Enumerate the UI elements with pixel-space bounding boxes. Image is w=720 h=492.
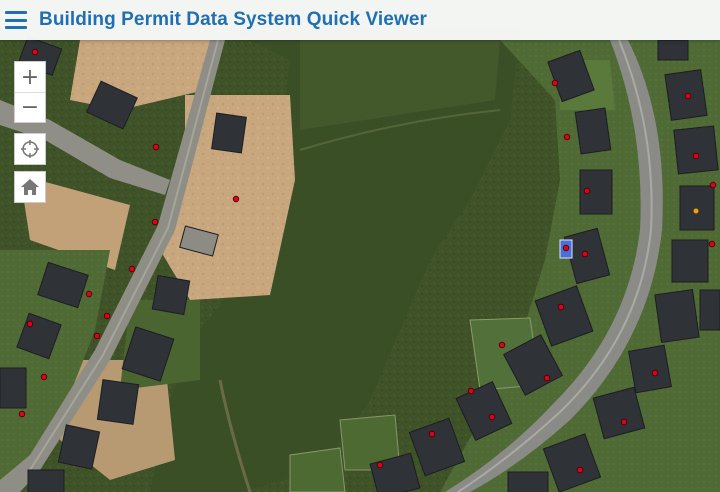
permit-marker — [40, 373, 48, 381]
home-icon — [21, 179, 39, 195]
permit-marker — [581, 250, 589, 258]
permit-marker — [576, 466, 584, 474]
permit-marker — [26, 320, 34, 328]
app-root: Building Permit Data System Quick Viewer… — [0, 0, 720, 492]
permit-marker — [498, 341, 506, 349]
permit-marker-highlighted — [692, 207, 700, 215]
permit-marker — [562, 244, 570, 252]
permit-marker — [583, 187, 591, 195]
permit-marker — [709, 181, 717, 189]
hamburger-menu-icon[interactable] — [5, 11, 27, 29]
permit-marker — [128, 265, 136, 273]
zoom-controls: + − — [14, 61, 46, 123]
app-title: Building Permit Data System Quick Viewer — [39, 9, 427, 30]
permit-marker — [85, 290, 93, 298]
aerial-map[interactable] — [0, 0, 720, 492]
crosshair-icon — [21, 140, 39, 158]
permit-marker — [651, 369, 659, 377]
zoom-in-button[interactable]: + — [15, 62, 45, 92]
permit-marker — [152, 143, 160, 151]
permit-marker — [488, 413, 496, 421]
permit-marker — [467, 387, 475, 395]
permit-marker — [557, 303, 565, 311]
app-header: Building Permit Data System Quick Viewer — [0, 0, 720, 40]
permit-marker — [428, 430, 436, 438]
permit-marker — [93, 332, 101, 340]
permit-marker — [103, 312, 111, 320]
permit-marker — [692, 152, 700, 160]
permit-marker — [684, 92, 692, 100]
permit-marker — [620, 418, 628, 426]
permit-marker — [543, 374, 551, 382]
permit-marker — [31, 48, 39, 56]
permit-marker — [232, 195, 240, 203]
home-button[interactable] — [14, 171, 46, 203]
permit-marker — [563, 133, 571, 141]
permit-marker — [551, 79, 559, 87]
zoom-out-button[interactable]: − — [15, 92, 45, 122]
permit-marker — [18, 410, 26, 418]
permit-marker — [376, 461, 384, 469]
permit-marker — [708, 240, 716, 248]
permit-marker — [151, 218, 159, 226]
locate-button[interactable] — [14, 133, 46, 165]
